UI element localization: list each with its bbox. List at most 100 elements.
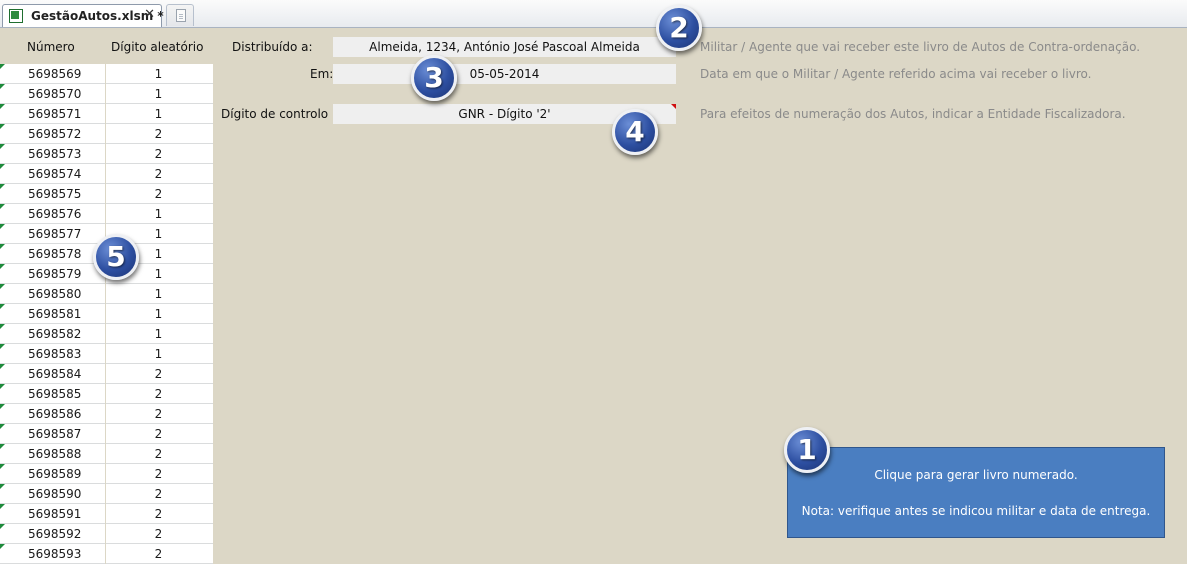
digito-cell[interactable]: 2: [106, 424, 213, 444]
digito-value: 2: [154, 187, 163, 201]
numero-cell[interactable]: 5698583: [0, 344, 105, 364]
numero-value: 5698577: [28, 227, 82, 241]
numero-cell[interactable]: 5698575: [0, 184, 105, 204]
numero-cell[interactable]: 5698589: [0, 464, 105, 484]
digito-cell[interactable]: 2: [106, 464, 213, 484]
table-row: 5698583 1: [0, 344, 213, 364]
numero-value: 5698586: [28, 407, 82, 421]
column-header-numero: Número: [27, 40, 75, 54]
numero-cell[interactable]: 5698593: [0, 544, 105, 564]
excel-file-icon: [9, 9, 23, 23]
digito-cell[interactable]: 1: [106, 64, 213, 84]
digito-cell[interactable]: 1: [106, 324, 213, 344]
digito-cell[interactable]: 1: [106, 304, 213, 324]
table-row: 5698582 1: [0, 324, 213, 344]
digito-cell[interactable]: 2: [106, 404, 213, 424]
numero-cell[interactable]: 5698591: [0, 504, 105, 524]
error-indicator-icon: [0, 464, 5, 469]
digito-value: 2: [154, 507, 163, 521]
table-row: 5698576 1: [0, 204, 213, 224]
numero-cell[interactable]: 5698586: [0, 404, 105, 424]
workbook-tab[interactable]: GestãoAutos.xlsm * ✕: [2, 4, 164, 27]
digito-cell[interactable]: 2: [106, 484, 213, 504]
digito-cell[interactable]: 2: [106, 164, 213, 184]
new-document-icon: [176, 9, 186, 22]
numero-cell[interactable]: 5698574: [0, 164, 105, 184]
numero-value: 5698573: [28, 147, 82, 161]
digito-cell[interactable]: 1: [106, 344, 213, 364]
numero-cell[interactable]: 5698584: [0, 364, 105, 384]
numero-value: 5698570: [28, 87, 82, 101]
error-indicator-icon: [0, 484, 5, 489]
digito-cell[interactable]: 2: [106, 544, 213, 564]
digito-cell[interactable]: 2: [106, 184, 213, 204]
digito-cell[interactable]: 2: [106, 124, 213, 144]
digito-value: 2: [154, 547, 163, 561]
comment-indicator-icon: [671, 104, 676, 109]
table-row: 5698575 2: [0, 184, 213, 204]
digito-cell[interactable]: 1: [106, 284, 213, 304]
numero-cell[interactable]: 5698590: [0, 484, 105, 504]
distribuido-field[interactable]: Almeida, 1234, António José Pascoal Alme…: [333, 37, 676, 57]
numero-cell[interactable]: 5698577: [0, 224, 105, 244]
close-tab-icon[interactable]: ✕: [144, 7, 155, 22]
generate-book-note: Nota: verifique antes se indicou militar…: [801, 504, 1151, 518]
digito-value: 2: [154, 147, 163, 161]
table-row: 5698587 2: [0, 424, 213, 444]
numero-cell[interactable]: 5698571: [0, 104, 105, 124]
em-date-field[interactable]: 05-05-2014: [333, 64, 676, 84]
generate-book-button[interactable]: Clique para gerar livro numerado. Nota: …: [787, 447, 1165, 538]
digito-cell[interactable]: 1: [106, 104, 213, 124]
digito-value: 1: [154, 67, 163, 81]
digito-cell[interactable]: 2: [106, 444, 213, 464]
numero-cell[interactable]: 5698587: [0, 424, 105, 444]
error-indicator-icon: [0, 104, 5, 109]
numero-value: 5698578: [28, 247, 82, 261]
digito-cell[interactable]: 2: [106, 504, 213, 524]
numero-cell[interactable]: 5698588: [0, 444, 105, 464]
digito-cell[interactable]: 2: [106, 144, 213, 164]
numero-cell[interactable]: 5698576: [0, 204, 105, 224]
numero-cell[interactable]: 5698578: [0, 244, 105, 264]
numero-cell[interactable]: 5698585: [0, 384, 105, 404]
digito-cell[interactable]: 1: [106, 204, 213, 224]
error-indicator-icon: [0, 364, 5, 369]
digito-cell[interactable]: 1: [106, 84, 213, 104]
numero-value: 5698581: [28, 307, 82, 321]
numero-cell[interactable]: 5698573: [0, 144, 105, 164]
distribuido-hint: Militar / Agente que vai receber este li…: [700, 40, 1141, 54]
new-document-tab[interactable]: [166, 4, 194, 26]
digito-cell[interactable]: 2: [106, 384, 213, 404]
numero-cell[interactable]: 5698580: [0, 284, 105, 304]
callout-badge-3: 3: [411, 55, 457, 101]
numero-cell[interactable]: 5698570: [0, 84, 105, 104]
digito-value: 1: [154, 207, 163, 221]
digito-value: 2: [154, 387, 163, 401]
numero-cell[interactable]: 5698579: [0, 264, 105, 284]
numero-value: 5698579: [28, 267, 82, 281]
digito-value: 1: [154, 347, 163, 361]
error-indicator-icon: [0, 344, 5, 349]
digito-cell[interactable]: 2: [106, 364, 213, 384]
numero-cell[interactable]: 5698569: [0, 64, 105, 84]
numero-value: 5698576: [28, 207, 82, 221]
numero-value: 5698584: [28, 367, 82, 381]
em-hint: Data em que o Militar / Agente referido …: [700, 67, 1092, 81]
numero-cell[interactable]: 5698581: [0, 304, 105, 324]
table-row: 5698586 2: [0, 404, 213, 424]
digito-controlo-label: Dígito de controlo: [221, 107, 329, 121]
numero-value: 5698580: [28, 287, 82, 301]
digito-cell[interactable]: 2: [106, 524, 213, 544]
numero-cell[interactable]: 5698572: [0, 124, 105, 144]
digito-value: 1: [154, 87, 163, 101]
error-indicator-icon: [0, 544, 5, 549]
error-indicator-icon: [0, 324, 5, 329]
numero-value: 5698589: [28, 467, 82, 481]
table-row: 5698590 2: [0, 484, 213, 504]
error-indicator-icon: [0, 404, 5, 409]
numero-cell[interactable]: 5698582: [0, 324, 105, 344]
table-row: 5698591 2: [0, 504, 213, 524]
table-row: 5698581 1: [0, 304, 213, 324]
numero-cell[interactable]: 5698592: [0, 524, 105, 544]
digito-value: 2: [154, 127, 163, 141]
